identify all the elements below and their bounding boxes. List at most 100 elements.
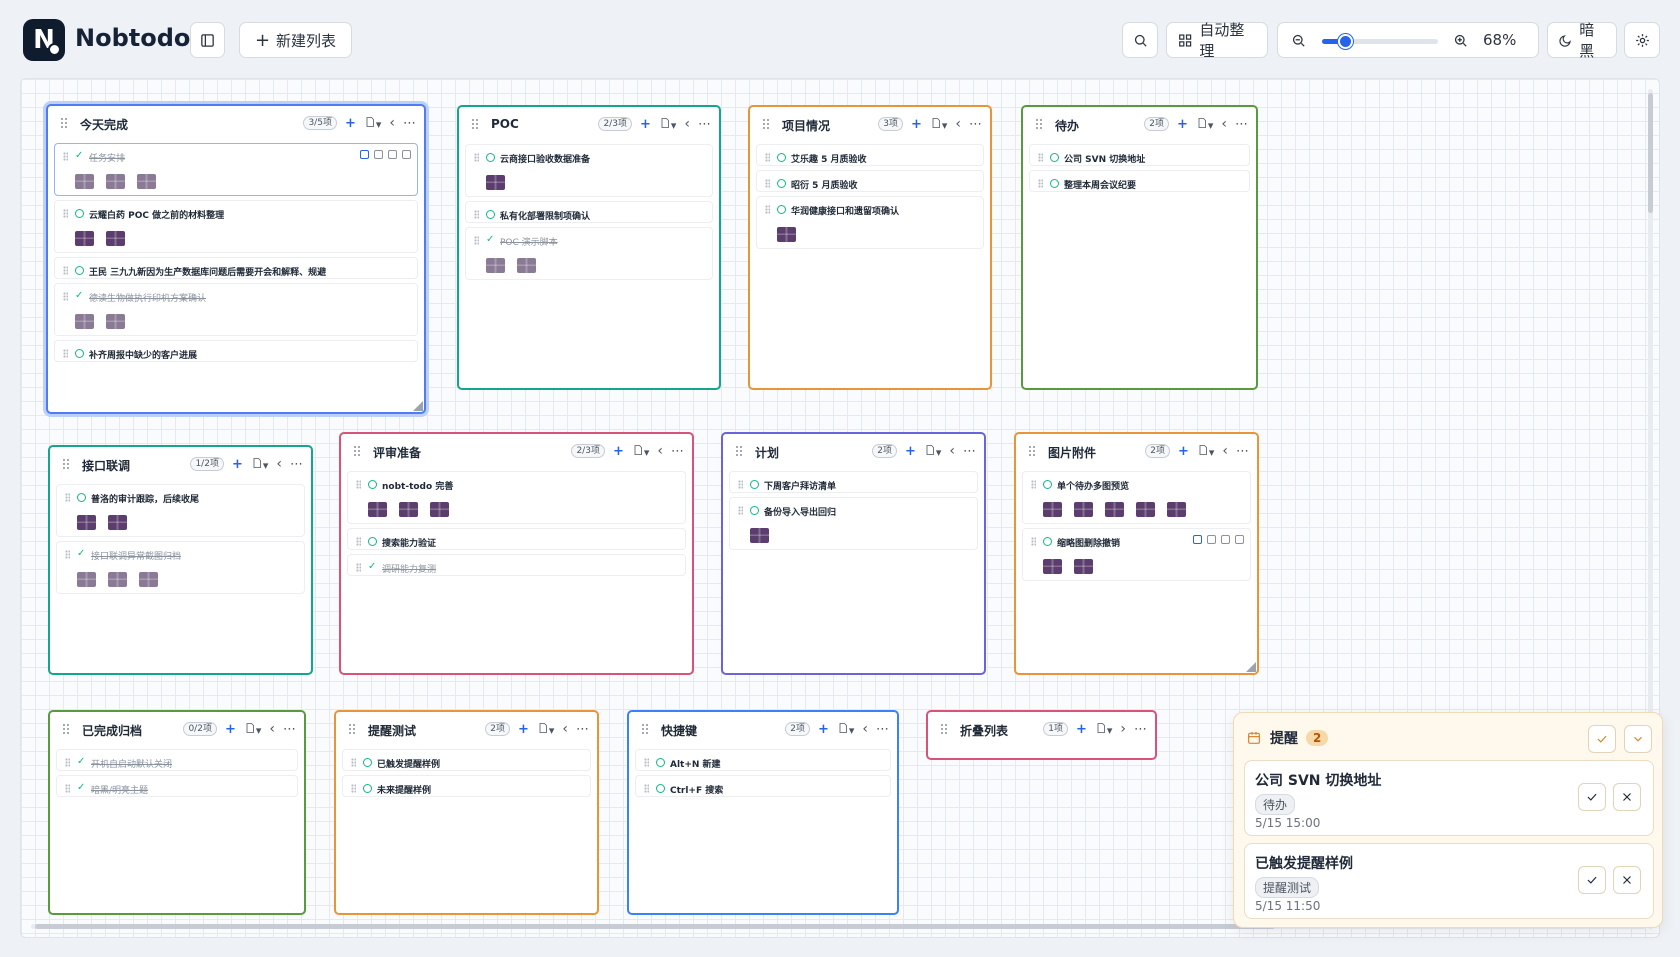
more-icon[interactable]: ⋯	[403, 116, 416, 131]
task-list[interactable]: 评审准备 2/3项 + ▾ ‹ ⋯ nobt-todo 完善 搜索能力验证 ✓ 调研能力复测	[339, 432, 694, 675]
document-menu-icon[interactable]: ▾	[924, 444, 941, 459]
task-item[interactable]: ✓ 任务安排	[54, 143, 418, 196]
task-list[interactable]: 折叠列表 1项 + ▾ › ⋯	[926, 710, 1157, 760]
task-checkbox[interactable]	[777, 153, 786, 162]
task-drag-handle-icon[interactable]	[765, 205, 770, 214]
task-item[interactable]: 整理本周会议纪要	[1029, 170, 1250, 192]
document-menu-icon[interactable]: ▾	[632, 444, 649, 459]
add-task-icon[interactable]: +	[911, 117, 922, 132]
image-thumbnail[interactable]	[399, 502, 418, 517]
more-icon[interactable]: ⋯	[283, 722, 296, 737]
chevron-left-icon[interactable]: ‹	[949, 443, 955, 459]
task-item[interactable]: 公司 SVN 切换地址	[1029, 144, 1250, 166]
task-checkbox[interactable]	[486, 153, 495, 162]
chevron-left-icon[interactable]: ‹	[269, 721, 275, 737]
toggle-sidebar-button[interactable]	[190, 22, 225, 58]
task-item[interactable]: 艾乐趣 5 月质验收	[756, 144, 984, 166]
task-drag-handle-icon[interactable]	[65, 493, 70, 502]
drag-handle-icon[interactable]	[62, 723, 70, 735]
task-item[interactable]: ✓ 接口联调异常截图归档	[56, 541, 305, 594]
add-task-icon[interactable]: +	[1178, 444, 1189, 459]
image-thumbnail[interactable]	[1074, 502, 1093, 517]
task-item[interactable]: 下周客户拜访清单	[729, 471, 978, 493]
search-button[interactable]	[1122, 22, 1158, 58]
confirm-all-button[interactable]	[1588, 725, 1616, 753]
task-item[interactable]: 备份导入导出回归	[729, 497, 978, 550]
add-task-icon[interactable]: +	[518, 722, 529, 737]
add-task-icon[interactable]: +	[232, 457, 243, 472]
task-checkbox[interactable]	[368, 480, 377, 489]
chevron-left-icon[interactable]: ‹	[684, 116, 690, 132]
task-drag-handle-icon[interactable]	[1031, 480, 1036, 489]
task-item[interactable]: ✓ 调研能力复测	[347, 554, 686, 576]
task-checkbox[interactable]	[656, 784, 665, 793]
task-item[interactable]: ✓ POC 演示脚本	[465, 227, 713, 280]
task-item[interactable]: ✓ 开机自启动默认关闭	[56, 749, 298, 771]
task-drag-handle-icon[interactable]	[1031, 537, 1036, 546]
image-thumbnail[interactable]	[77, 515, 96, 530]
task-checkbox[interactable]	[486, 210, 495, 219]
task-checkbox[interactable]	[750, 506, 759, 515]
reminder-dismiss-button[interactable]	[1613, 866, 1641, 894]
image-thumbnail[interactable]	[77, 572, 96, 587]
task-item[interactable]: ✓ 德读生物做执行印机方案确认	[54, 283, 418, 336]
image-thumbnail[interactable]	[777, 227, 796, 242]
more-icon[interactable]: ⋯	[671, 444, 684, 459]
task-item[interactable]: 单个待办多图预览	[1022, 471, 1251, 524]
task-drag-handle-icon[interactable]	[63, 349, 68, 358]
task-item[interactable]: nobt-todo 完善	[347, 471, 686, 524]
more-icon[interactable]: ⋯	[698, 117, 711, 132]
image-thumbnail[interactable]	[750, 528, 769, 543]
image-thumbnail[interactable]	[106, 174, 125, 189]
drag-handle-icon[interactable]	[940, 723, 948, 735]
trash-icon[interactable]	[1235, 535, 1244, 544]
task-checkbox[interactable]	[363, 784, 372, 793]
more-icon[interactable]: ⋯	[969, 117, 982, 132]
checked-icon[interactable]: ✓	[368, 561, 376, 572]
task-drag-handle-icon[interactable]	[63, 152, 68, 161]
more-icon[interactable]: ⋯	[290, 457, 303, 472]
zoom-in-icon[interactable]	[1452, 32, 1469, 49]
trash-icon[interactable]	[402, 150, 411, 159]
chevron-left-icon[interactable]: ‹	[389, 115, 395, 131]
edit-icon[interactable]	[360, 150, 369, 159]
chevron-left-icon[interactable]: ‹	[562, 721, 568, 737]
task-drag-handle-icon[interactable]	[65, 758, 70, 767]
document-menu-icon[interactable]: ▾	[837, 722, 854, 737]
add-task-icon[interactable]: +	[640, 117, 651, 132]
more-icon[interactable]: ⋯	[963, 444, 976, 459]
task-list[interactable]: 快捷键 2项 + ▾ ‹ ⋯ Alt+N 新建 Ctrl+F 搜索	[627, 710, 899, 915]
task-checkbox[interactable]	[750, 480, 759, 489]
document-menu-icon[interactable]: ▾	[930, 117, 947, 132]
task-checkbox[interactable]	[777, 205, 786, 214]
drag-handle-icon[interactable]	[60, 117, 68, 129]
task-checkbox[interactable]	[368, 537, 377, 546]
task-drag-handle-icon[interactable]	[1038, 153, 1043, 162]
task-checkbox[interactable]	[1043, 480, 1052, 489]
task-checkbox[interactable]	[75, 266, 84, 275]
new-list-button[interactable]: + 新建列表	[239, 22, 352, 58]
image-thumbnail[interactable]	[106, 314, 125, 329]
task-checkbox[interactable]	[656, 758, 665, 767]
image-thumbnail[interactable]	[1043, 559, 1062, 574]
image-thumbnail[interactable]	[1167, 502, 1186, 517]
task-checkbox[interactable]	[1050, 179, 1059, 188]
reminder-dismiss-button[interactable]	[1613, 783, 1641, 811]
task-list[interactable]: POC 2/3项 + ▾ ‹ ⋯ 云商接口验收数据准备 私有化部署限制项确认 ✓ POC 演示脚本	[457, 105, 721, 390]
task-item[interactable]: 已触发提醒样例	[342, 749, 591, 771]
archive-icon[interactable]	[388, 150, 397, 159]
task-item[interactable]: Alt+N 新建	[635, 749, 891, 771]
chevron-left-icon[interactable]: ‹	[657, 443, 663, 459]
task-checkbox[interactable]	[1050, 153, 1059, 162]
task-item[interactable]: 云耀白药 POC 做之前的材料整理	[54, 200, 418, 253]
more-icon[interactable]: ⋯	[1134, 722, 1147, 737]
image-thumbnail[interactable]	[1136, 502, 1155, 517]
resize-handle-icon[interactable]	[413, 401, 423, 411]
task-drag-handle-icon[interactable]	[738, 480, 743, 489]
task-drag-handle-icon[interactable]	[356, 480, 361, 489]
image-thumbnail[interactable]	[75, 174, 94, 189]
task-drag-handle-icon[interactable]	[1038, 179, 1043, 188]
add-task-icon[interactable]: +	[1076, 722, 1087, 737]
chevron-right-icon[interactable]: ›	[1120, 721, 1126, 737]
document-menu-icon[interactable]: ▾	[1095, 722, 1112, 737]
